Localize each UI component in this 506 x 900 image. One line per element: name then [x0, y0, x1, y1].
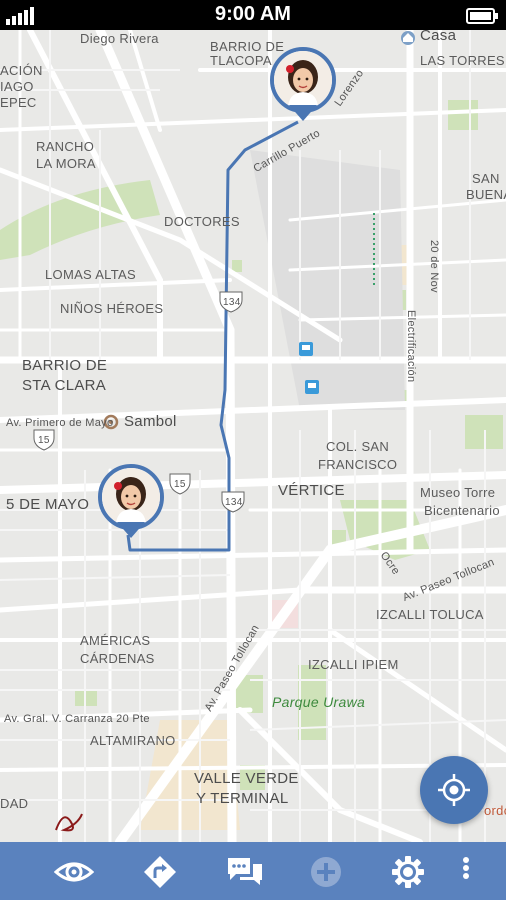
- map-label: VÉRTICE: [278, 482, 345, 499]
- eye-icon: [54, 862, 94, 882]
- map-label: LAS TORRES: [420, 53, 505, 68]
- child-location-marker[interactable]: [98, 464, 164, 544]
- marker-pointer: [117, 522, 145, 538]
- map-view[interactable]: Diego Rivera BARRIO DE TLACOPA Casa LAS …: [0, 30, 506, 842]
- my-location-button[interactable]: [420, 756, 488, 824]
- directions-button[interactable]: [138, 850, 182, 894]
- map-label: IZCALLI TOLUCA: [376, 607, 484, 622]
- map-label: Av. Gral. V. Carranza 20 Pte: [4, 713, 150, 725]
- add-button[interactable]: [304, 850, 348, 894]
- bottom-navigation-bar: [0, 842, 506, 900]
- add-icon: [311, 857, 341, 887]
- my-location-icon: [438, 774, 470, 806]
- map-label: DAD: [0, 796, 29, 811]
- status-time: 9:00 AM: [215, 3, 291, 25]
- map-label: Sambol: [124, 413, 177, 430]
- map-label: Bicentenario: [424, 503, 500, 518]
- map-label: Casa: [420, 30, 457, 44]
- map-label: STA CLARA: [22, 377, 107, 394]
- map-label: DOCTORES: [164, 214, 240, 229]
- map-label: BARRIO DE: [22, 357, 108, 374]
- child-avatar: [98, 464, 164, 530]
- highway-shield-label: 15: [38, 435, 50, 446]
- highway-shield-label: 15: [174, 479, 186, 490]
- map-label: Y TERMINAL: [196, 790, 289, 807]
- chat-icon: [228, 858, 262, 885]
- directions-icon: [144, 856, 176, 888]
- map-label: EPEC: [0, 95, 37, 110]
- map-label: LOMAS ALTAS: [45, 267, 136, 282]
- map-label: CÁRDENAS: [80, 651, 155, 666]
- battery-icon: [466, 8, 498, 24]
- map-label: LA MORA: [36, 156, 96, 171]
- more-options-button[interactable]: [452, 850, 480, 894]
- map-label: Av. Primero de Mayo: [6, 417, 114, 429]
- map-label: IZCALLI IPIEM: [308, 657, 399, 672]
- map-label: 5 DE MAYO: [6, 496, 90, 513]
- map-label: BUENA: [466, 187, 506, 202]
- map-label: RANCHO: [36, 139, 95, 154]
- map-label: Diego Rivera: [80, 31, 159, 46]
- highway-shield-label: 134: [223, 297, 241, 308]
- marker-pointer: [289, 105, 317, 121]
- messages-button[interactable]: [222, 850, 266, 894]
- map-label: COL. SAN: [326, 439, 390, 454]
- map-label: Museo Torre: [420, 485, 496, 500]
- status-bar: 9:00 AM: [0, 0, 506, 30]
- map-label: ALTAMIRANO: [90, 733, 176, 748]
- highway-shield-label: 134: [225, 497, 243, 508]
- view-button[interactable]: [50, 850, 94, 894]
- map-label: TLACOPA: [210, 53, 272, 68]
- settings-button[interactable]: [386, 850, 430, 894]
- settings-icon: [392, 856, 424, 888]
- map-label: AMÉRICAS: [80, 633, 151, 648]
- child-avatar: [270, 47, 336, 113]
- map-label: Electrificación: [405, 310, 417, 383]
- map-label: 20 de Nov: [428, 240, 440, 293]
- more-vertical-icon: [463, 857, 469, 879]
- map-label: VALLE VERDE: [194, 770, 299, 787]
- map-label: ordo: [484, 803, 506, 818]
- map-label: NIÑOS HÉROES: [60, 301, 164, 316]
- map-label: FRANCISCO: [318, 457, 398, 472]
- child-location-marker[interactable]: [270, 47, 336, 127]
- map-label: Parque Urawa: [272, 694, 366, 710]
